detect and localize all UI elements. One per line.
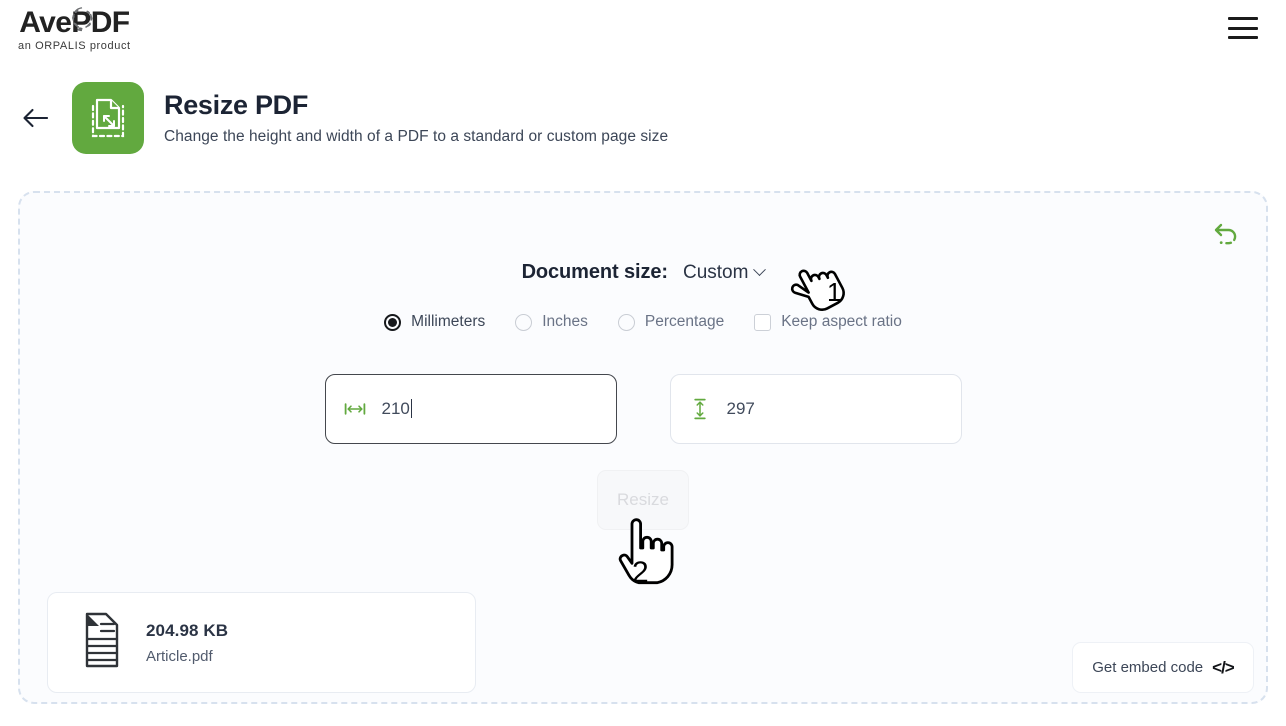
- get-embed-code-button[interactable]: Get embed code </>: [1072, 642, 1254, 693]
- file-size: 204.98 KB: [146, 621, 228, 641]
- page-header: Resize PDF Change the height and width o…: [0, 56, 1286, 154]
- chevron-down-icon: [754, 263, 767, 276]
- text-caret: [411, 399, 412, 418]
- resize-options-panel: Document size: Custom Millimeters Inches…: [18, 191, 1268, 704]
- hamburger-line: [1228, 36, 1258, 39]
- height-input[interactable]: 297: [670, 374, 962, 444]
- width-value: 210: [382, 399, 413, 419]
- resize-document-icon: [72, 82, 144, 154]
- unit-option-percentage[interactable]: Percentage: [618, 313, 724, 331]
- unit-option-label: Percentage: [645, 313, 724, 331]
- document-size-row: Document size: Custom: [20, 261, 1266, 284]
- file-meta: 204.98 KB Article.pdf: [146, 621, 228, 665]
- width-input[interactable]: 210: [325, 374, 617, 444]
- dimension-fields-row: 210 297: [20, 374, 1266, 444]
- undo-arrow-icon[interactable]: [1210, 217, 1244, 251]
- horizontal-resize-icon: [344, 398, 366, 420]
- page-title: Resize PDF: [164, 90, 668, 121]
- hamburger-line: [1228, 17, 1258, 20]
- get-embed-code-label: Get embed code: [1092, 659, 1203, 676]
- unit-options-row: Millimeters Inches Percentage Keep aspec…: [20, 313, 1266, 331]
- brand-name: AvePDF: [19, 8, 129, 38]
- radio-percentage[interactable]: [618, 314, 635, 331]
- unit-option-label: Millimeters: [411, 313, 485, 331]
- keep-aspect-ratio-option[interactable]: Keep aspect ratio: [754, 313, 902, 331]
- file-name: Article.pdf: [146, 648, 228, 665]
- unit-option-label: Inches: [542, 313, 588, 331]
- brand-logo[interactable]: AvePDF an ORPALIS product: [18, 8, 131, 52]
- resize-button[interactable]: Resize: [597, 470, 689, 530]
- page-title-block: Resize PDF Change the height and width o…: [164, 90, 668, 146]
- hamburger-line: [1228, 27, 1258, 30]
- hamburger-menu-icon[interactable]: [1228, 17, 1258, 39]
- brand-tagline: an ORPALIS product: [18, 41, 131, 52]
- file-card[interactable]: 204.98 KB Article.pdf: [47, 592, 476, 693]
- unit-option-inches[interactable]: Inches: [515, 313, 588, 331]
- resize-action-row: Resize: [20, 470, 1266, 530]
- height-value: 297: [727, 399, 755, 419]
- radio-millimeters[interactable]: [384, 314, 401, 331]
- width-value-text: 210: [382, 399, 410, 418]
- radio-inches[interactable]: [515, 314, 532, 331]
- document-size-select[interactable]: Custom: [683, 262, 764, 284]
- code-brackets-icon: </>: [1212, 658, 1234, 678]
- top-bar: AvePDF an ORPALIS product: [0, 0, 1286, 56]
- vertical-resize-icon: [689, 398, 711, 420]
- document-file-icon: [74, 612, 120, 673]
- unit-option-millimeters[interactable]: Millimeters: [384, 313, 485, 331]
- back-arrow-icon[interactable]: [18, 101, 52, 135]
- keep-aspect-ratio-label: Keep aspect ratio: [781, 313, 902, 331]
- document-size-label: Document size:: [522, 261, 668, 284]
- checkbox-keep-aspect-ratio[interactable]: [754, 314, 771, 331]
- document-size-value: Custom: [683, 262, 748, 284]
- page-subtitle: Change the height and width of a PDF to …: [164, 128, 668, 146]
